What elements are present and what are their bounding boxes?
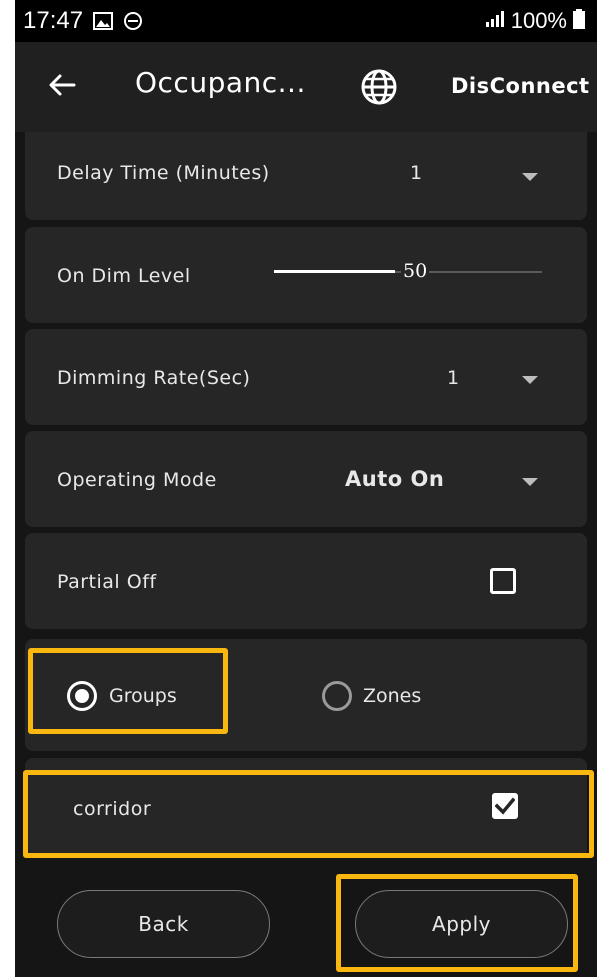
dimming-rate-value[interactable]: 1: [447, 367, 459, 389]
corridor-checkbox[interactable]: [492, 793, 518, 819]
globe-icon[interactable]: [360, 68, 398, 110]
dim-level-slider-fill: [274, 270, 395, 273]
delay-time-dropdown-icon[interactable]: [522, 173, 538, 181]
disconnect-button[interactable]: DisConnect: [451, 74, 590, 98]
group-list: corridor: [25, 758, 587, 858]
delay-time-label: Delay Time (Minutes): [57, 162, 270, 184]
operating-mode-label: Operating Mode: [57, 469, 217, 491]
page-title: Occupanc...: [135, 66, 306, 99]
dimming-rate-row: Dimming Rate(Sec) 1: [25, 329, 587, 425]
groups-label[interactable]: Groups: [109, 685, 177, 707]
apply-button[interactable]: Apply: [355, 890, 568, 958]
group-zone-selector: Groups Zones: [25, 639, 587, 751]
dim-level-value[interactable]: 50: [401, 260, 430, 282]
status-bar: 17:47 100%: [15, 0, 597, 42]
back-button[interactable]: Back: [57, 890, 270, 958]
back-arrow-icon[interactable]: [45, 68, 79, 102]
checkmark-icon: [495, 797, 515, 815]
operating-mode-value[interactable]: Auto On: [345, 467, 444, 491]
delay-time-value[interactable]: 1: [410, 162, 422, 184]
on-dim-level-row: On Dim Level 50: [25, 227, 587, 323]
dimming-rate-label: Dimming Rate(Sec): [57, 367, 251, 389]
partial-off-label: Partial Off: [57, 571, 157, 593]
battery-percent: 100%: [510, 8, 567, 33]
app-bar: Occupanc... DisConnect: [15, 42, 597, 132]
do-not-disturb-icon: [123, 11, 143, 31]
battery-icon: [573, 9, 585, 33]
phone-screen: 17:47 100% Occupanc... DisConnect Delay …: [15, 0, 597, 977]
zones-radio[interactable]: [322, 681, 352, 711]
on-dim-level-label: On Dim Level: [57, 265, 191, 287]
delay-time-row: Delay Time (Minutes) 1: [25, 132, 587, 220]
signal-icon: [485, 11, 505, 31]
operating-mode-row: Operating Mode Auto On: [25, 431, 587, 527]
partial-off-checkbox[interactable]: [490, 568, 516, 594]
group-name: corridor: [73, 798, 152, 820]
groups-radio[interactable]: [67, 681, 97, 711]
zones-label[interactable]: Zones: [363, 685, 421, 707]
image-icon: [93, 12, 114, 30]
operating-mode-dropdown-icon[interactable]: [522, 478, 538, 486]
partial-off-row: Partial Off: [25, 533, 587, 629]
dimming-rate-dropdown-icon[interactable]: [522, 376, 538, 384]
status-time: 17:47: [23, 7, 84, 34]
